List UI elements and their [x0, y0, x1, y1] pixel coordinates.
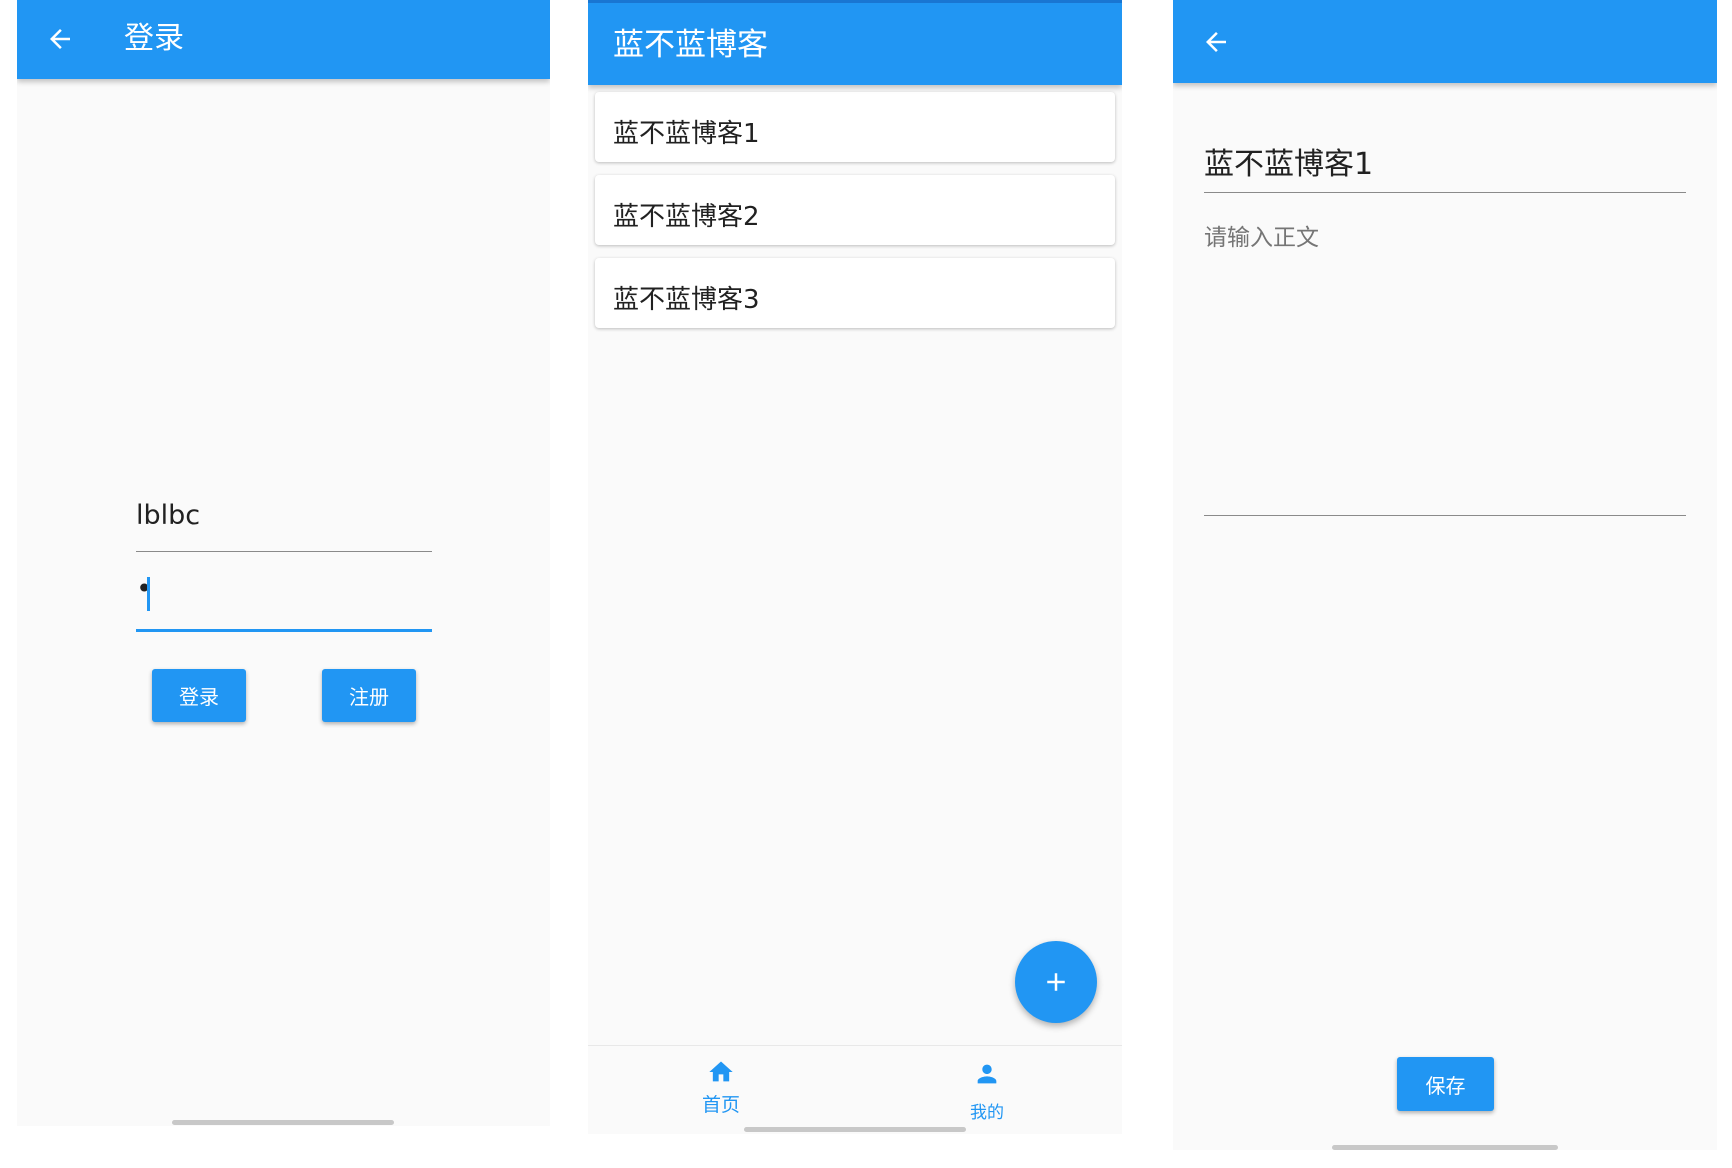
- blog-body-input[interactable]: 请输入正文: [1204, 212, 1686, 517]
- person-icon: [973, 1060, 1001, 1088]
- list-item[interactable]: 蓝不蓝博客3: [595, 258, 1115, 328]
- register-button[interactable]: 注册: [322, 669, 416, 722]
- save-button[interactable]: 保存: [1397, 1057, 1494, 1111]
- blog-title-underline: [1204, 192, 1686, 193]
- edit-app-bar: [1173, 0, 1717, 83]
- bottom-navigation: 首页 我的: [588, 1045, 1122, 1134]
- blog-body-underline: [1204, 515, 1686, 516]
- password-underline-focused: [136, 629, 432, 632]
- home-indicator[interactable]: [172, 1120, 394, 1125]
- list-app-bar: 蓝不蓝博客: [588, 0, 1122, 85]
- list-item-label: 蓝不蓝博客3: [613, 285, 760, 315]
- list-item[interactable]: 蓝不蓝博客2: [595, 175, 1115, 245]
- add-blog-button[interactable]: [1015, 941, 1097, 1023]
- password-value: •: [136, 572, 153, 605]
- edit-blog-screen: 蓝不蓝博客1 请输入正文 保存: [1173, 0, 1717, 1150]
- list-item-label: 蓝不蓝博客1: [613, 119, 760, 149]
- blog-list-screen: 蓝不蓝博客 蓝不蓝博客1 蓝不蓝博客2 蓝不蓝博客3 首页 我的: [588, 0, 1122, 1134]
- home-icon: [707, 1058, 735, 1086]
- login-button[interactable]: 登录: [152, 669, 246, 722]
- login-app-bar: 登录: [17, 0, 550, 79]
- blog-title-value: 蓝不蓝博客1: [1204, 147, 1374, 182]
- nav-label-mine: 我的: [970, 1103, 1004, 1123]
- login-screen: 登录 lblbc • 登录 注册: [17, 0, 550, 1126]
- list-item-label: 蓝不蓝博客2: [613, 202, 760, 232]
- password-input[interactable]: •: [136, 572, 432, 634]
- blog-body-placeholder: 请输入正文: [1204, 225, 1319, 251]
- back-arrow-icon[interactable]: [45, 24, 75, 54]
- home-indicator[interactable]: [1332, 1145, 1558, 1150]
- blog-title-input[interactable]: 蓝不蓝博客1: [1204, 135, 1686, 195]
- text-cursor: [147, 577, 150, 611]
- nav-item-home[interactable]: 首页: [661, 1058, 781, 1128]
- back-arrow-icon[interactable]: [1201, 27, 1231, 57]
- username-underline: [136, 551, 432, 552]
- page-title: 蓝不蓝博客: [613, 27, 768, 63]
- nav-item-mine[interactable]: 我的: [927, 1058, 1047, 1128]
- plus-icon: [1047, 973, 1065, 991]
- nav-label-home: 首页: [701, 1094, 740, 1116]
- username-value: lblbc: [136, 500, 201, 531]
- home-indicator[interactable]: [744, 1127, 966, 1132]
- page-title: 登录: [124, 21, 184, 56]
- list-item[interactable]: 蓝不蓝博客1: [595, 92, 1115, 162]
- username-input[interactable]: lblbc: [136, 495, 432, 555]
